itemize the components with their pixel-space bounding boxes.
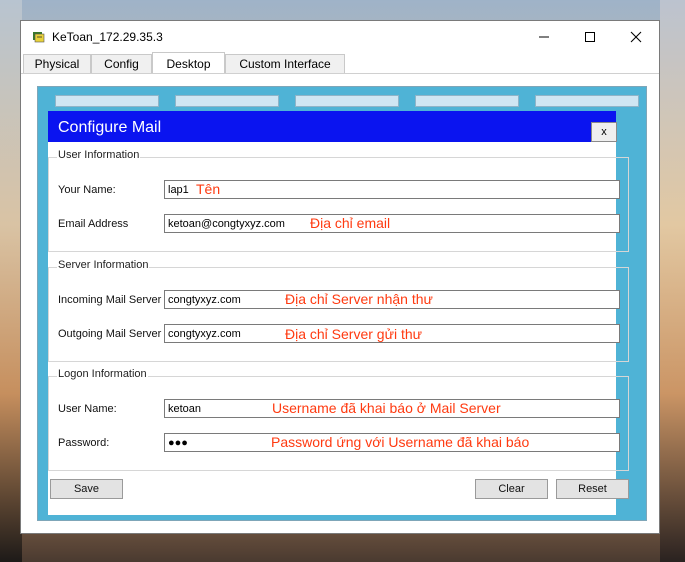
email-address-label: Email Address: [58, 218, 129, 230]
dialog-close-button[interactable]: x: [591, 122, 617, 142]
outgoing-mail-server-note: Địa chỉ Server gửi thư: [285, 326, 423, 342]
desktop-app-thumbnail[interactable]: [535, 95, 639, 107]
outgoing-mail-server-label: Outgoing Mail Server: [58, 328, 162, 340]
incoming-mail-server-label: Incoming Mail Server: [58, 294, 162, 306]
your-name-note: Tên: [196, 181, 221, 197]
packet-tracer-icon: [33, 32, 45, 43]
your-name-label: Your Name:: [58, 184, 116, 196]
logon-information-group: Logon Information: [48, 368, 629, 471]
window-title: KeToan_172.29.35.3: [52, 30, 163, 44]
desktop-wallpaper-right: [660, 0, 685, 562]
group-legend: Logon Information: [57, 368, 148, 380]
desktop-app-thumbnail[interactable]: [175, 95, 279, 107]
user-name-label: User Name:: [58, 403, 117, 415]
group-legend: User Information: [57, 149, 141, 161]
tab-divider: [21, 73, 659, 74]
password-label: Password:: [58, 437, 110, 449]
configure-mail-dialog: Configure Mail x User Information Your N…: [48, 111, 629, 515]
group-legend: Server Information: [57, 259, 150, 271]
tab-desktop[interactable]: Desktop: [152, 52, 225, 74]
close-window-button[interactable]: [613, 21, 659, 52]
dialog-title: Configure Mail: [58, 119, 162, 136]
tab-custom-interface[interactable]: Custom Interface: [225, 54, 345, 73]
server-information-group: Server Information: [48, 259, 629, 362]
your-name-input[interactable]: lap1: [164, 180, 620, 199]
user-information-group: User Information: [48, 149, 629, 252]
minimize-button[interactable]: [521, 21, 567, 52]
app-window: KeToan_172.29.35.3 Physical Config Deskt…: [20, 20, 660, 534]
email-address-note: Địa chỉ email: [310, 215, 391, 231]
email-address-input[interactable]: ketoan@congtyxyz.com: [164, 214, 620, 233]
clear-button[interactable]: Clear: [475, 479, 548, 499]
password-note: Password ứng với Username đã khai báo: [271, 434, 530, 450]
desktop-app-thumbnail[interactable]: [415, 95, 519, 107]
tab-bar: Physical Config Desktop Custom Interface: [21, 52, 659, 74]
maximize-button[interactable]: [567, 21, 613, 52]
desktop-wallpaper-left: [0, 0, 22, 562]
tab-physical[interactable]: Physical: [23, 54, 91, 73]
user-name-note: Username đã khai báo ở Mail Server: [272, 400, 501, 416]
tab-config[interactable]: Config: [91, 54, 152, 73]
dialog-title-bar: Configure Mail x: [48, 111, 617, 142]
reset-button[interactable]: Reset: [556, 479, 629, 499]
maximize-icon: [585, 31, 595, 42]
desktop-app-thumbnail[interactable]: [295, 95, 399, 107]
close-icon: [630, 31, 642, 42]
title-bar: KeToan_172.29.35.3: [21, 21, 659, 52]
desktop-app-thumbnail[interactable]: [55, 95, 159, 107]
save-button[interactable]: Save: [50, 479, 123, 499]
incoming-mail-server-note: Địa chỉ Server nhận thư: [285, 291, 433, 307]
minimize-icon: [539, 36, 549, 37]
